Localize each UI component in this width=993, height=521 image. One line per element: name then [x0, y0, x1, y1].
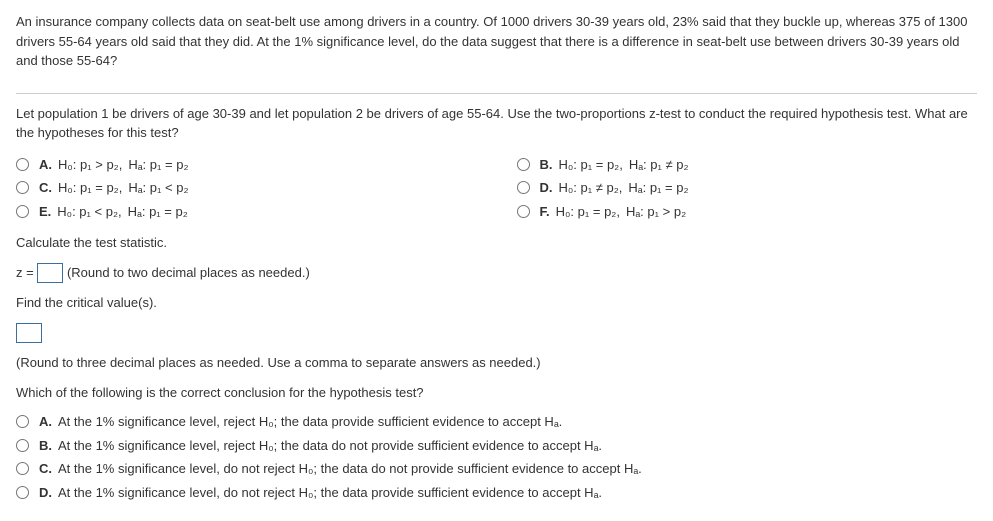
conclusion-b[interactable]: B. At the 1% significance level, reject …: [16, 436, 977, 456]
radio-b[interactable]: [517, 158, 530, 171]
option-text: At the 1% significance level, reject H₀;…: [58, 436, 602, 456]
option-alt: Hₐ: p₁ = p₂: [628, 178, 688, 198]
option-f[interactable]: F. H₀: p₁ = p₂, Hₐ: p₁ > p₂: [517, 202, 978, 222]
problem-setup: An insurance company collects data on se…: [16, 12, 977, 71]
conclusion-prompt: Which of the following is the correct co…: [16, 383, 977, 403]
option-letter: B.: [540, 155, 553, 175]
option-letter: C.: [39, 459, 52, 479]
option-letter: C.: [39, 178, 52, 198]
option-e[interactable]: E. H₀: p₁ < p₂, Hₐ: p₁ = p₂: [16, 202, 477, 222]
radio-conc-b[interactable]: [16, 439, 29, 452]
option-letter: E.: [39, 202, 51, 222]
radio-e[interactable]: [16, 205, 29, 218]
option-a[interactable]: A. H₀: p₁ > p₂, Hₐ: p₁ = p₂: [16, 155, 477, 175]
critical-heading: Find the critical value(s).: [16, 293, 977, 313]
calc-heading: Calculate the test statistic.: [16, 233, 977, 253]
option-null: H₀: p₁ > p₂,: [58, 155, 122, 175]
z-hint: (Round to two decimal places as needed.): [67, 265, 310, 280]
critical-hint: (Round to three decimal places as needed…: [16, 353, 977, 373]
option-c[interactable]: C. H₀: p₁ = p₂, Hₐ: p₁ < p₂: [16, 178, 477, 198]
conclusion-c[interactable]: C. At the 1% significance level, do not …: [16, 459, 977, 479]
option-letter: D.: [540, 178, 553, 198]
hypothesis-prompt: Let population 1 be drivers of age 30-39…: [16, 104, 977, 143]
option-letter: B.: [39, 436, 52, 456]
option-alt: Hₐ: p₁ = p₂: [128, 155, 188, 175]
radio-c[interactable]: [16, 181, 29, 194]
option-null: H₀: p₁ = p₂,: [58, 178, 122, 198]
radio-a[interactable]: [16, 158, 29, 171]
conclusion-a[interactable]: A. At the 1% significance level, reject …: [16, 412, 977, 432]
option-null: H₀: p₁ = p₂,: [559, 155, 623, 175]
option-text: At the 1% significance level, do not rej…: [58, 459, 642, 479]
option-d[interactable]: D. H₀: p₁ ≠ p₂, Hₐ: p₁ = p₂: [517, 178, 978, 198]
option-alt: Hₐ: p₁ > p₂: [626, 202, 686, 222]
radio-d[interactable]: [517, 181, 530, 194]
option-alt: Hₐ: p₁ < p₂: [128, 178, 188, 198]
option-null: H₀: p₁ < p₂,: [57, 202, 121, 222]
conclusion-d[interactable]: D. At the 1% significance level, do not …: [16, 483, 977, 503]
radio-conc-a[interactable]: [16, 415, 29, 428]
conclusion-options: A. At the 1% significance level, reject …: [16, 412, 977, 502]
option-letter: F.: [540, 202, 550, 222]
option-null: H₀: p₁ = p₂,: [556, 202, 620, 222]
radio-f[interactable]: [517, 205, 530, 218]
option-alt: Hₐ: p₁ = p₂: [128, 202, 188, 222]
z-label: z =: [16, 265, 34, 280]
option-letter: A.: [39, 412, 52, 432]
hypothesis-options: A. H₀: p₁ > p₂, Hₐ: p₁ = p₂ B. H₀: p₁ = …: [16, 155, 977, 222]
option-b[interactable]: B. H₀: p₁ = p₂, Hₐ: p₁ ≠ p₂: [517, 155, 978, 175]
radio-conc-d[interactable]: [16, 486, 29, 499]
option-letter: D.: [39, 483, 52, 503]
option-text: At the 1% significance level, do not rej…: [58, 483, 602, 503]
z-input[interactable]: [37, 263, 63, 283]
option-null: H₀: p₁ ≠ p₂,: [559, 178, 623, 198]
radio-conc-c[interactable]: [16, 462, 29, 475]
option-alt: Hₐ: p₁ ≠ p₂: [629, 155, 689, 175]
option-text: At the 1% significance level, reject H₀;…: [58, 412, 562, 432]
option-letter: A.: [39, 155, 52, 175]
critical-input[interactable]: [16, 323, 42, 343]
